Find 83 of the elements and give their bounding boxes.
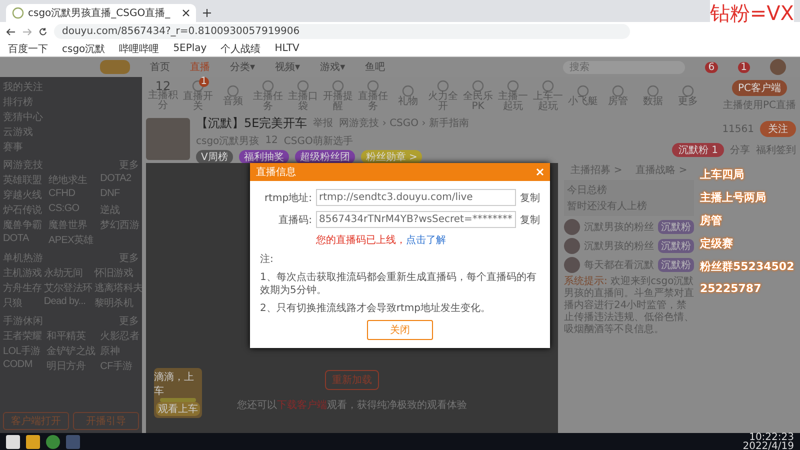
fan-badge: 沉默粉	[658, 220, 694, 234]
promo-title: 滴滴，上车	[154, 370, 195, 398]
note-text: 1、每次点击获取推流码都会重新生成直播码，每个直播码的有效期为5分钟。	[260, 271, 538, 297]
circle-icon	[472, 80, 484, 92]
back-icon[interactable]	[6, 26, 16, 36]
forward-icon[interactable]	[22, 26, 32, 36]
learn-more-link[interactable]: 点击了解	[406, 235, 446, 246]
bookmark[interactable]: 5EPlay	[173, 43, 207, 54]
clock-date: 2022/4/19	[742, 442, 794, 450]
bookmark[interactable]: HLTV	[274, 43, 300, 54]
address-bar[interactable]: douyu.com/8567434?_r=0.8100930057919906	[54, 24, 630, 39]
close-button[interactable]: 关闭	[367, 320, 433, 340]
avatar	[564, 257, 580, 273]
circle-icon	[402, 85, 414, 97]
nav-item[interactable]: 分类▾	[230, 60, 256, 74]
score-value: 12	[155, 81, 171, 91]
sidebar-button[interactable]: 客户端打开	[3, 412, 69, 430]
photo-placeholder	[146, 118, 190, 160]
circle-icon	[332, 80, 344, 92]
circle-icon	[682, 85, 694, 97]
promo-card[interactable]: 滴滴，上车 观看上车	[154, 368, 202, 418]
circle-icon	[647, 85, 659, 97]
fan-badge: 沉默粉	[658, 258, 694, 272]
note-title: 注:	[260, 252, 274, 266]
circle-icon	[507, 80, 519, 92]
reload-icon[interactable]	[38, 26, 48, 36]
copy-link[interactable]: 复制	[520, 212, 540, 226]
dialog-title: 直播信息	[256, 166, 296, 179]
circle-icon	[227, 85, 239, 97]
fan-badge: 沉默粉	[658, 239, 694, 253]
fan-club-badge[interactable]: 沉默粉 1	[672, 143, 724, 157]
count-badge: 1	[198, 77, 209, 87]
user-avatar[interactable]	[770, 59, 786, 75]
warning-text: 您的直播码已上线，	[316, 235, 406, 246]
overlay-caption: 粉丝群55234502	[700, 259, 796, 274]
tag[interactable]: 粉丝勋章 >	[360, 150, 422, 164]
overlay-caption: 房管	[700, 213, 723, 228]
overlay-caption: 25225787	[700, 282, 762, 295]
sidebar-button[interactable]: 开播引导	[73, 412, 139, 430]
avatar	[564, 238, 580, 254]
circle-icon	[437, 80, 449, 92]
new-tab-icon[interactable]	[202, 8, 212, 18]
circle-icon	[367, 80, 379, 92]
site-icon	[12, 7, 24, 19]
promo-button[interactable]: 观看上车	[156, 402, 200, 416]
notification-count: 1	[738, 62, 750, 72]
nav-item[interactable]: 游戏▾	[320, 60, 346, 74]
hint-text: 您还可以下载客户端观看，获得纯净极致的观看体验	[237, 398, 467, 412]
tag[interactable]: 福利抽奖	[238, 150, 289, 164]
circle-icon	[262, 80, 274, 92]
reload-button[interactable]: 重新加载	[325, 370, 379, 390]
circle-icon	[542, 80, 554, 92]
avatar	[564, 219, 580, 235]
input-field[interactable]: 8567434rTNrM4YB?wsSecret=********	[316, 211, 516, 228]
bookmark[interactable]: 哔哩哔哩	[119, 42, 160, 56]
input-field[interactable]: rtmp://sendtc3.douyu.com/live	[316, 189, 516, 206]
bookmark[interactable]: 百度一下	[8, 42, 48, 56]
circle-icon	[577, 85, 589, 97]
nav-item[interactable]: 鱼吧	[365, 60, 386, 74]
notification-count: 6	[705, 62, 718, 72]
overlay-caption: 主播上号两局	[700, 190, 767, 205]
field-label: rtmp地址:	[264, 192, 312, 204]
bookmark[interactable]: csgo沉默	[62, 42, 106, 56]
copy-link[interactable]: 复制	[520, 190, 540, 204]
browser-tab[interactable]: csgo沉默男孩直播_CSGO直播_	[6, 4, 196, 22]
nav-item[interactable]: 首页	[150, 60, 170, 74]
tag[interactable]: V周榜	[196, 150, 233, 164]
stream-title: 【沉默】5E完美开车	[196, 114, 308, 132]
circle-icon	[612, 85, 624, 97]
download-link[interactable]: 下载客户端	[277, 400, 327, 411]
clock-time: 10:22:23	[749, 433, 794, 442]
overlay-caption: 定级赛	[700, 236, 734, 251]
follow-button[interactable]: 关注	[760, 121, 796, 137]
nav-item[interactable]: 视频▾	[275, 60, 300, 74]
nav-item[interactable]: 直播	[190, 60, 210, 74]
overlay-caption: 上车四局	[700, 167, 745, 182]
bookmark[interactable]: 个人战绩	[220, 42, 261, 56]
close-icon[interactable]	[182, 9, 190, 17]
field-label: 直播码:	[278, 214, 312, 226]
note-text: 2、只有切换推流线路才会导致rtmp地址发生变化。	[260, 302, 492, 315]
client-button[interactable]: PC客户端	[732, 80, 787, 96]
circle-icon	[297, 80, 309, 92]
tag[interactable]: 超级粉丝团	[294, 150, 355, 164]
